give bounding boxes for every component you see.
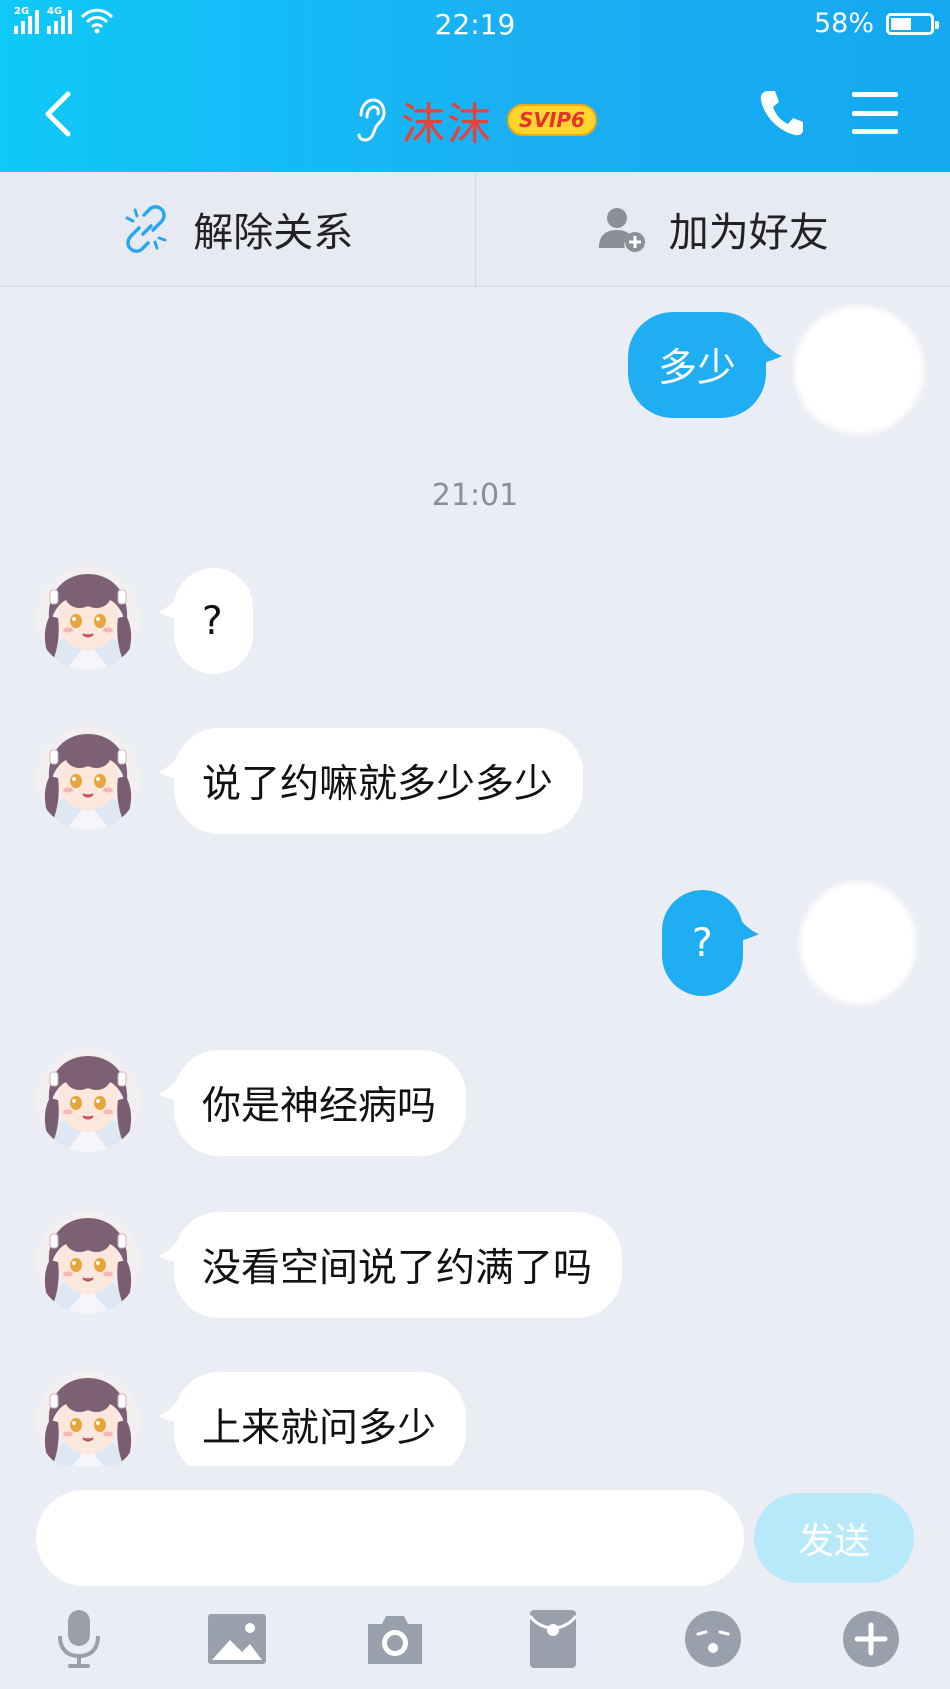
emoji-icon[interactable] xyxy=(680,1606,746,1672)
incoming-message-bubble[interactable]: 没看空间说了约满了吗 xyxy=(174,1212,623,1318)
outgoing-message-bubble[interactable]: 多少 xyxy=(628,312,766,418)
bubble-tail xyxy=(158,594,180,620)
red-packet-icon[interactable] xyxy=(520,1606,586,1672)
battery-percent: 58% xyxy=(813,8,874,39)
chat-header: 沫沫 SVIP6 xyxy=(0,60,950,170)
message-input[interactable] xyxy=(36,1490,744,1586)
my-avatar[interactable] xyxy=(800,312,918,428)
link-broken-icon xyxy=(125,205,167,253)
add-friend-icon xyxy=(598,208,645,252)
bubble-tail xyxy=(760,338,782,364)
message-text: 上来就问多少 xyxy=(202,1406,437,1451)
message-text: 多少 xyxy=(658,346,737,391)
bubble-tail xyxy=(158,1398,180,1424)
incoming-message-bubble[interactable]: 上来就问多少 xyxy=(174,1372,467,1478)
bubble-tail xyxy=(737,916,759,942)
contact-avatar[interactable] xyxy=(36,1370,140,1474)
menu-icon[interactable] xyxy=(852,92,898,134)
message-text: ? xyxy=(202,598,223,644)
plus-icon[interactable] xyxy=(838,1606,904,1672)
incoming-message-bubble[interactable]: 说了约嘛就多少多少 xyxy=(174,728,584,834)
message-timestamp: 21:01 xyxy=(431,478,519,513)
status-bar: 2G 4G 22:19 58% xyxy=(0,0,950,50)
add-friend-label: 加为好友 xyxy=(668,210,829,256)
microphone-icon[interactable] xyxy=(46,1606,112,1672)
unlink-label: 解除关系 xyxy=(193,210,354,256)
status-time: 22:19 xyxy=(434,8,516,41)
chat-title[interactable]: 沫沫 SVIP6 xyxy=(0,88,950,152)
image-icon[interactable] xyxy=(204,1606,270,1672)
phone-icon[interactable] xyxy=(758,88,804,138)
incoming-message-bubble[interactable]: ? xyxy=(174,568,253,674)
bubble-tail xyxy=(158,1238,180,1264)
header-bar: 2G 4G 22:19 58% 沫沫 SVIP6 xyxy=(0,0,950,172)
incoming-message-bubble[interactable]: 你是神经病吗 xyxy=(174,1050,467,1156)
bubble-tail xyxy=(158,754,180,780)
contact-avatar[interactable] xyxy=(36,566,140,670)
send-button[interactable]: 发送 xyxy=(754,1493,914,1583)
message-text: 没看空间说了约满了吗 xyxy=(202,1246,593,1291)
my-avatar[interactable] xyxy=(806,888,910,998)
unlink-button[interactable]: 解除关系 xyxy=(0,172,475,286)
contact-avatar[interactable] xyxy=(36,1048,140,1152)
battery-indicator: 58% xyxy=(813,8,939,39)
message-composer: 发送 xyxy=(0,1466,950,1689)
relationship-actions: 解除关系 加为好友 xyxy=(0,172,950,287)
vip-badge: SVIP6 xyxy=(507,104,597,136)
composer-toolbar xyxy=(0,1606,950,1686)
outgoing-message-bubble[interactable]: ? xyxy=(662,890,743,996)
message-text: ? xyxy=(692,920,713,966)
message-text: 你是神经病吗 xyxy=(202,1084,437,1129)
ear-icon xyxy=(357,98,386,142)
battery-icon xyxy=(886,12,939,35)
camera-icon[interactable] xyxy=(362,1606,428,1672)
bubble-tail xyxy=(158,1076,180,1102)
contact-avatar[interactable] xyxy=(36,1210,140,1314)
contact-avatar[interactable] xyxy=(36,726,140,830)
add-friend-button[interactable]: 加为好友 xyxy=(474,172,950,286)
message-text: 说了约嘛就多少多少 xyxy=(202,762,554,807)
contact-name: 沫沫 xyxy=(401,99,494,150)
